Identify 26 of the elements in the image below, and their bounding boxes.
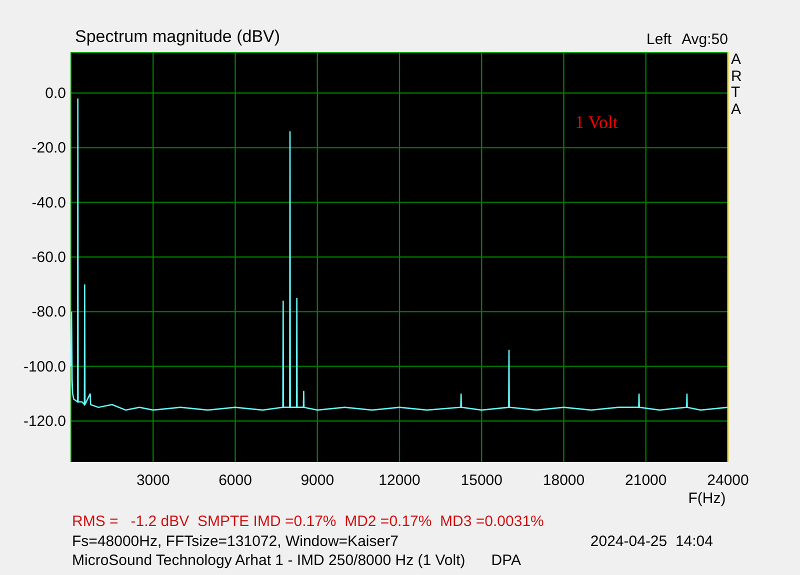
y-tick-label: -100.0 — [23, 358, 66, 376]
x-tick-label: 18000 — [542, 472, 585, 489]
results-text: RMS = -1.2 dBV SMPTE IMD =0.17% MD2 =0.17% MD3 =0.0031% — [72, 512, 545, 532]
x-tick-label: 21000 — [625, 472, 667, 489]
channel-label: Left — [646, 31, 672, 48]
brand-label: ARTA — [731, 52, 743, 118]
x-tick-label: 15000 — [460, 472, 502, 489]
x-tick-label: 6000 — [218, 472, 252, 489]
y-tick-label: -20.0 — [32, 140, 66, 157]
chart-title: Spectrum magnitude (dBV) — [75, 27, 280, 48]
x-tick-label: 9000 — [300, 472, 334, 489]
settings-text: Fs=48000Hz, FFTsize=131072, Window=Kaiser7 — [72, 532, 398, 551]
x-tick-label: 24000 — [707, 472, 749, 489]
y-tick-label: -120.0 — [23, 413, 66, 430]
annotation-text: 1 Volt — [575, 112, 618, 132]
x-tick-label: 12000 — [378, 472, 420, 489]
averaging-label: Avg:50 — [682, 31, 728, 48]
y-tick-label: -80.0 — [32, 304, 66, 321]
author-label: DPA — [491, 551, 522, 570]
y-tick-label: 0.0 — [45, 85, 66, 102]
y-tick-label: -40.0 — [32, 194, 66, 212]
x-axis-label: F(Hz) — [688, 490, 726, 507]
timestamp: 2024-04-25 14:04 — [590, 532, 713, 551]
description-text: MicroSound Technology Arhat 1 - IMD 250/8000 Hz (1 Volt) — [72, 551, 466, 570]
y-tick-label: -60.0 — [32, 249, 66, 266]
x-tick-label: 3000 — [136, 472, 170, 489]
